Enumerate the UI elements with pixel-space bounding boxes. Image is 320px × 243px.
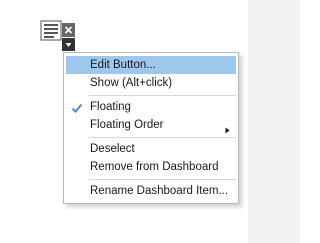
menu-item-label: Remove from Dashboard bbox=[90, 161, 219, 173]
menu-item-deselect[interactable]: Deselect bbox=[66, 140, 236, 158]
menu-item-edit-button[interactable]: Edit Button... bbox=[66, 56, 236, 74]
close-icon[interactable] bbox=[62, 23, 75, 37]
menu-item-rename-dashboard-item[interactable]: Rename Dashboard Item... bbox=[66, 182, 236, 200]
chevron-down-icon[interactable] bbox=[62, 38, 75, 51]
menu-item-show[interactable]: Show (Alt+click) bbox=[66, 74, 236, 92]
menu-separator bbox=[89, 179, 236, 180]
dashboard-side-panel bbox=[248, 0, 300, 243]
menu-item-floating[interactable]: Floating bbox=[66, 98, 236, 116]
menu-item-label: Rename Dashboard Item... bbox=[90, 185, 229, 197]
menu-separator bbox=[89, 137, 236, 138]
menu-item-floating-order[interactable]: Floating Order bbox=[66, 116, 236, 134]
text-object-icon[interactable] bbox=[40, 19, 64, 42]
menu-item-label: Show (Alt+click) bbox=[90, 77, 173, 89]
menu-item-label: Floating bbox=[90, 101, 131, 113]
menu-item-remove-from-dashboard[interactable]: Remove from Dashboard bbox=[66, 158, 236, 176]
checkmark-icon bbox=[71, 101, 83, 113]
submenu-arrow-icon bbox=[225, 121, 230, 134]
context-menu: Edit Button... Show (Alt+click) Floating… bbox=[63, 52, 239, 204]
menu-item-label: Deselect bbox=[90, 143, 135, 155]
menu-item-label: Floating Order bbox=[90, 119, 164, 131]
menu-item-label: Edit Button... bbox=[90, 59, 156, 71]
menu-separator bbox=[89, 95, 236, 96]
